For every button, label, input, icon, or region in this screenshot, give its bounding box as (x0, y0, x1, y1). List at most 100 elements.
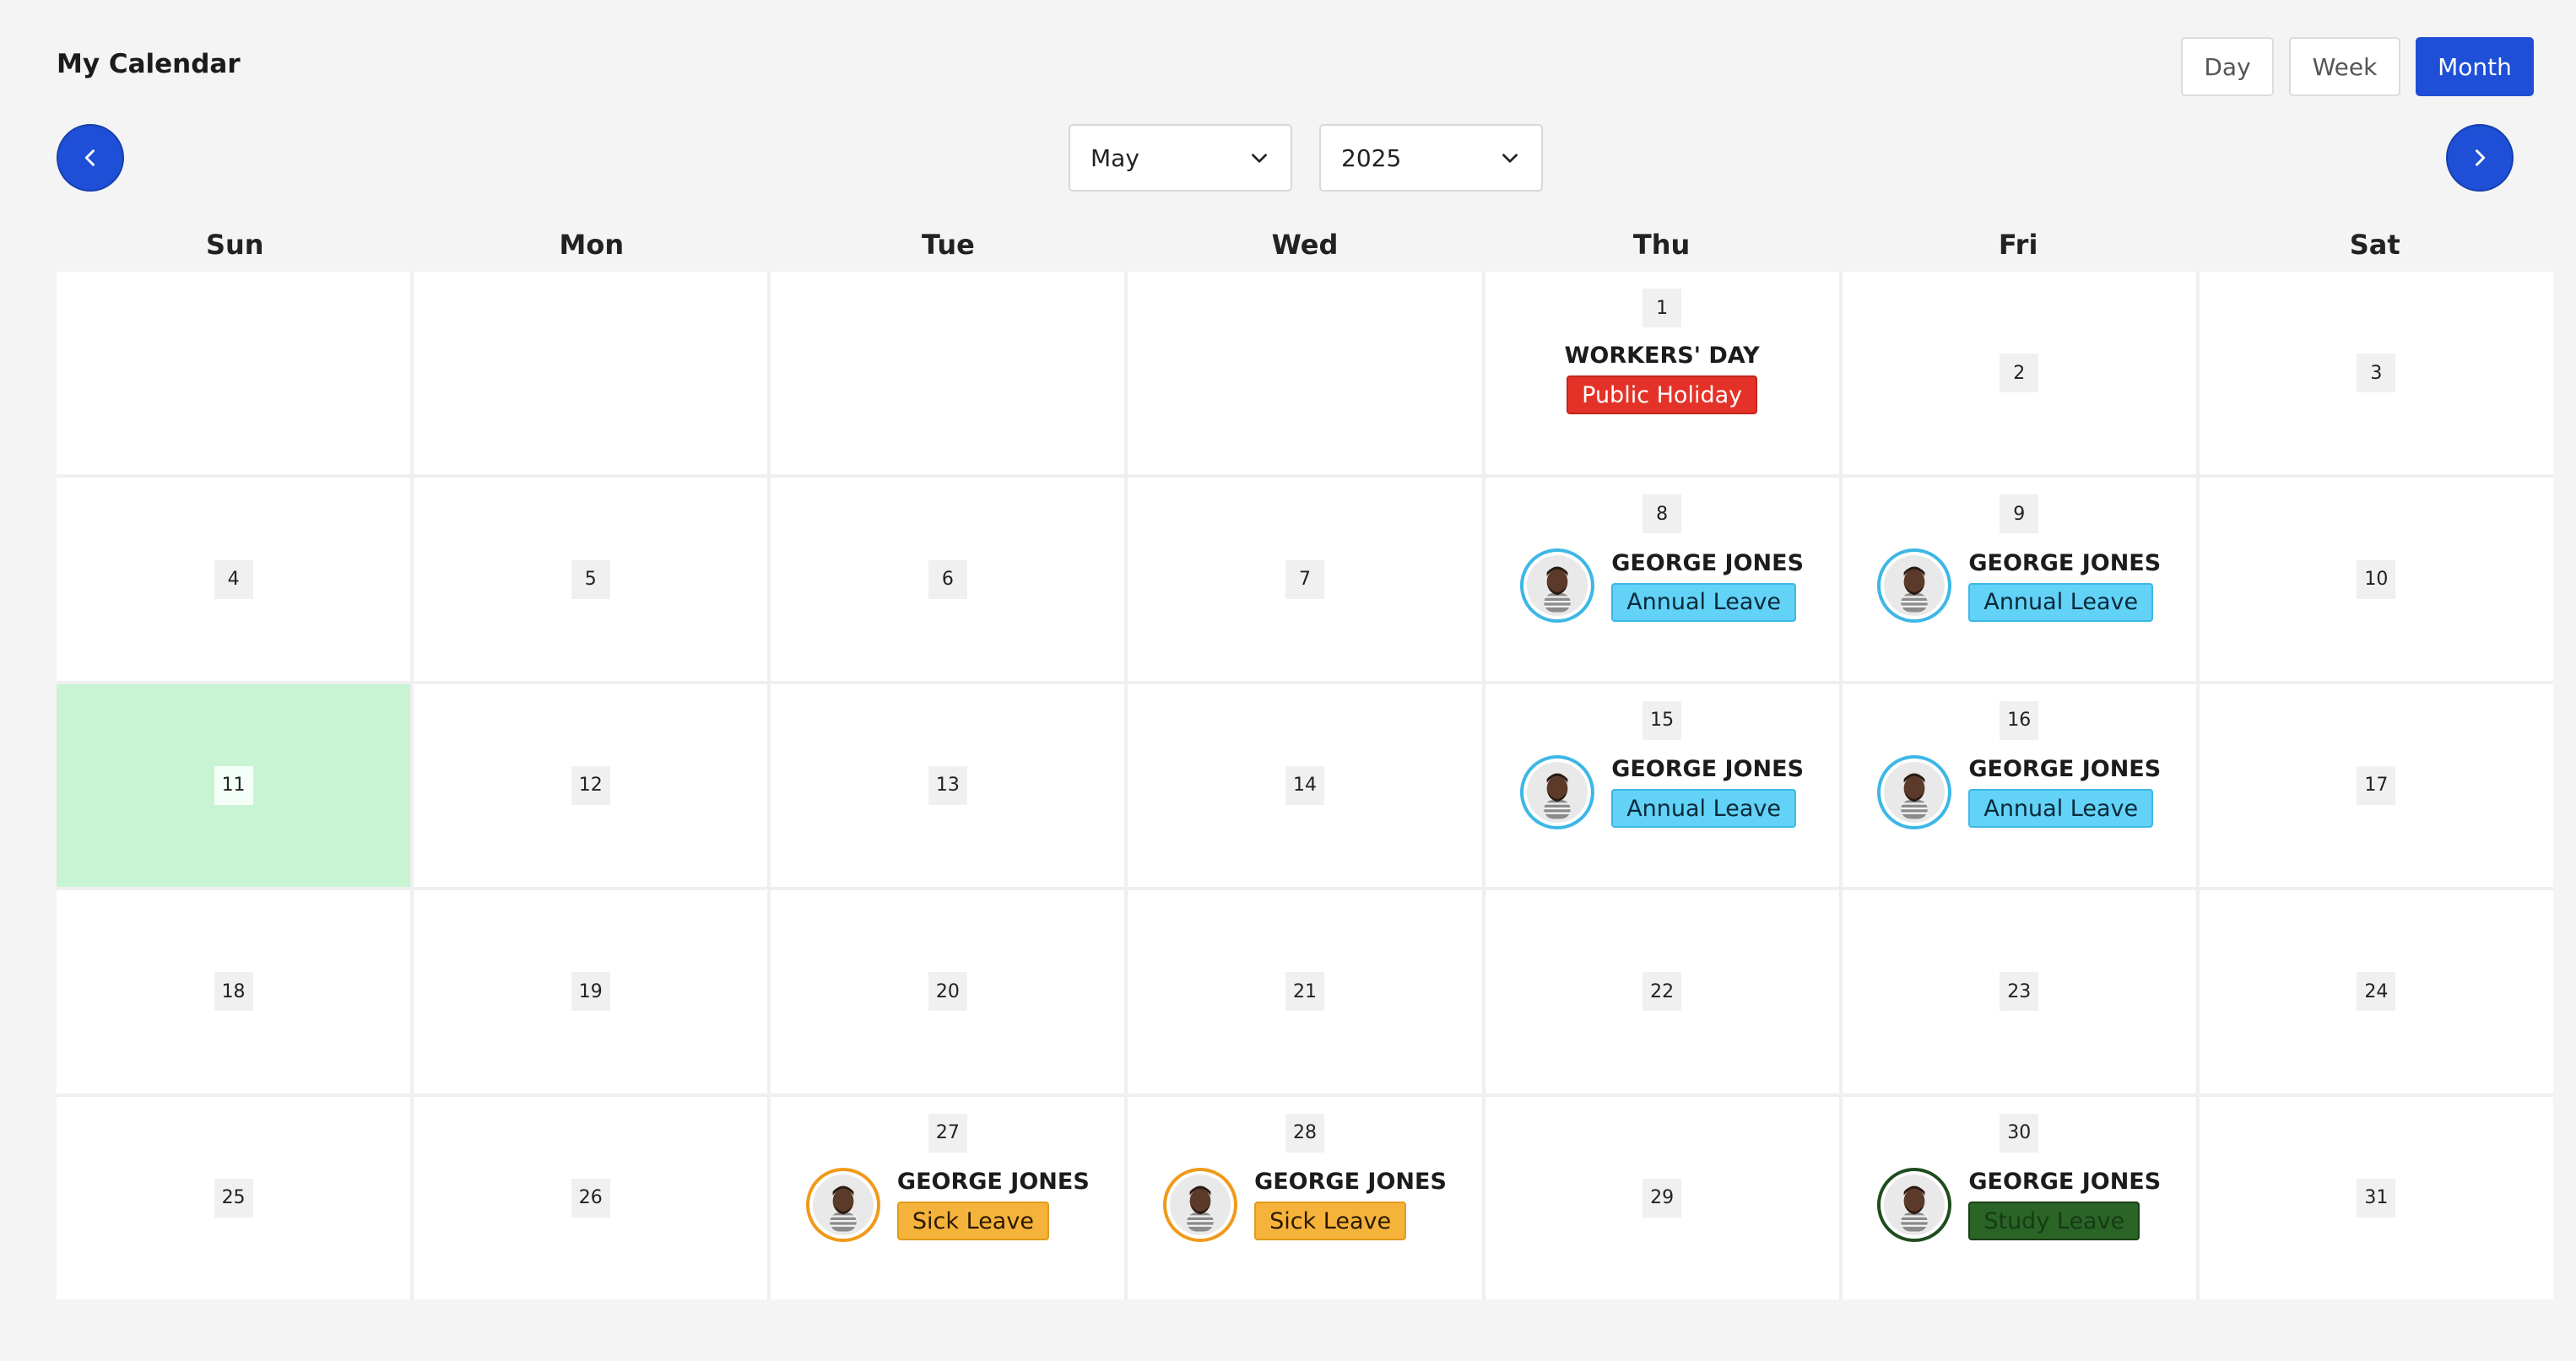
calendar-day-cell[interactable]: 12 (414, 683, 768, 888)
date-number: 17 (2357, 765, 2396, 805)
leave-entry[interactable]: GEORGE JONES Annual Leave (1877, 548, 2161, 624)
weekday-label: Tue (922, 229, 975, 261)
calendar-day-cell[interactable]: 26 (414, 1096, 768, 1299)
employee-name: GEORGE JONES (896, 1169, 1090, 1196)
sick-leave-badge[interactable]: Sick Leave (896, 1202, 1049, 1241)
study-leave-badge[interactable]: Study Leave (1968, 1202, 2140, 1241)
calendar-day-cell[interactable]: 18 (57, 890, 411, 1094)
annual-leave-badge[interactable]: Annual Leave (1611, 789, 1796, 829)
chevron-down-icon (1502, 154, 1518, 163)
calendar-day-cell[interactable]: 13 (771, 683, 1125, 888)
date-number: 21 (1285, 972, 1324, 1012)
calendar-day-cell[interactable]: 11 (57, 683, 411, 888)
calendar-day-cell[interactable]: 16 GEORGE JONES Annual Leave (1842, 683, 2196, 888)
calendar-day-cell[interactable]: 17 (2199, 683, 2553, 888)
date-number: 23 (2000, 972, 2039, 1012)
sick-leave-badge[interactable]: Sick Leave (1254, 1202, 1407, 1241)
user-avatar-icon (1527, 555, 1588, 617)
calendar-day-cell[interactable]: 5 (414, 478, 768, 681)
calendar-day-cell[interactable]: 31 (2199, 1096, 2553, 1299)
month-view-button[interactable]: Month (2416, 37, 2534, 96)
date-number: 31 (2357, 1178, 2396, 1218)
leave-entry[interactable]: GEORGE JONES Annual Leave (1877, 754, 2162, 829)
employee-name: GEORGE JONES (1611, 549, 1805, 576)
date-number: 14 (1285, 765, 1324, 805)
year-select-value: 2025 (1341, 143, 1402, 172)
date-number: 3 (2357, 354, 2396, 393)
date-number: 9 (2000, 494, 2039, 534)
calendar-day-cell[interactable]: 22 (1485, 890, 1839, 1094)
leave-entry[interactable]: GEORGE JONES Study Leave (1877, 1167, 2161, 1242)
date-number: 12 (571, 765, 610, 805)
date-number: 27 (928, 1113, 967, 1153)
week-view-button[interactable]: Week (2289, 37, 2400, 96)
date-number: 10 (2357, 559, 2396, 599)
weekday-label: Mon (559, 229, 625, 261)
calendar-empty-cell (1128, 272, 1482, 475)
leave-entry[interactable]: GEORGE JONES Sick Leave (805, 1167, 1090, 1242)
date-number: 24 (2357, 972, 2396, 1012)
calendar-day-cell[interactable]: 7 (1128, 478, 1482, 681)
month-select[interactable]: May (1069, 124, 1292, 192)
date-number: 16 (2000, 700, 2039, 740)
calendar-day-cell[interactable]: 15 GEORGE JONES Annual Leave (1485, 683, 1839, 888)
avatar (1877, 1167, 1952, 1242)
calendar-day-cell[interactable]: 30 GEORGE JONES Study Leave (1842, 1096, 2196, 1299)
date-number: 11 (214, 765, 253, 805)
date-number: 5 (571, 559, 610, 599)
date-number: 18 (214, 972, 253, 1012)
date-number: 2 (2000, 354, 2039, 393)
day-view-button[interactable]: Day (2181, 37, 2274, 96)
leave-info: GEORGE JONES Annual Leave (1968, 550, 2161, 622)
date-number: 20 (928, 972, 967, 1012)
date-number: 22 (1642, 972, 1682, 1012)
calendar-day-cell[interactable]: 6 (771, 478, 1125, 681)
year-select[interactable]: 2025 (1319, 124, 1543, 192)
calendar-day-cell[interactable]: 25 (57, 1096, 411, 1299)
calendar-day-cell[interactable]: 14 (1128, 683, 1482, 888)
annual-leave-badge[interactable]: Annual Leave (1611, 582, 1796, 622)
date-number: 28 (1285, 1113, 1324, 1153)
calendar-day-cell[interactable]: 27 GEORGE JONES Sick Leave (771, 1096, 1125, 1299)
annual-leave-badge[interactable]: Annual Leave (1968, 582, 2154, 622)
weekday-label: Fri (1998, 229, 2038, 261)
calendar-day-cell[interactable]: 21 (1128, 890, 1482, 1094)
employee-name: GEORGE JONES (1968, 756, 2162, 783)
calendar-day-cell[interactable]: 20 (771, 890, 1125, 1094)
avatar (1877, 754, 1952, 829)
next-month-button[interactable] (2446, 124, 2514, 192)
calendar-day-cell[interactable]: 19 (414, 890, 768, 1094)
date-number: 29 (1642, 1178, 1682, 1218)
leave-entry[interactable]: GEORGE JONES Annual Leave (1520, 754, 1804, 829)
leave-entry[interactable]: GEORGE JONES Sick Leave (1163, 1167, 1447, 1242)
user-avatar-icon (812, 1174, 874, 1235)
annual-leave-badge[interactable]: Annual Leave (1968, 789, 2154, 829)
calendar-day-cell[interactable]: 24 (2199, 890, 2553, 1094)
calendar-day-cell[interactable]: 10 (2199, 478, 2553, 681)
calendar-day-cell[interactable]: 3 (2199, 272, 2553, 475)
calendar-day-cell[interactable]: 9 GEORGE JONES Annual Leave (1842, 478, 2196, 681)
leave-info: GEORGE JONES Annual Leave (1968, 756, 2162, 829)
weekday-label: Thu (1632, 229, 1691, 261)
public-holiday-badge[interactable]: Public Holiday (1567, 375, 1758, 414)
weekday-label: Sun (205, 229, 264, 261)
calendar-grid: 1 WORKERS' DAY Public Holiday 2 3 4 5 6 7 8 GEORG… (57, 272, 2553, 1299)
chevron-left-icon (84, 149, 95, 166)
calendar-empty-cell (57, 272, 411, 475)
leave-entry[interactable]: GEORGE JONES Annual Leave (1520, 548, 1805, 624)
date-number: 15 (1642, 700, 1682, 740)
avatar (1520, 754, 1595, 829)
previous-month-button[interactable] (57, 124, 124, 192)
calendar-day-cell[interactable]: 1 WORKERS' DAY Public Holiday (1485, 272, 1839, 475)
calendar-day-cell[interactable]: 8 GEORGE JONES Annual Leave (1485, 478, 1839, 681)
calendar-day-cell[interactable]: 4 (57, 478, 411, 681)
calendar-day-cell[interactable]: 28 GEORGE JONES Sick Leave (1128, 1096, 1482, 1299)
date-number: 26 (571, 1178, 610, 1218)
calendar-day-cell[interactable]: 23 (1842, 890, 2196, 1094)
date-number: 4 (214, 559, 253, 599)
user-avatar-icon (1884, 555, 1946, 617)
chevron-down-icon (1252, 154, 1267, 163)
calendar-day-cell[interactable]: 29 (1485, 1096, 1839, 1299)
user-avatar-icon (1884, 761, 1946, 823)
calendar-day-cell[interactable]: 2 (1842, 272, 2196, 475)
